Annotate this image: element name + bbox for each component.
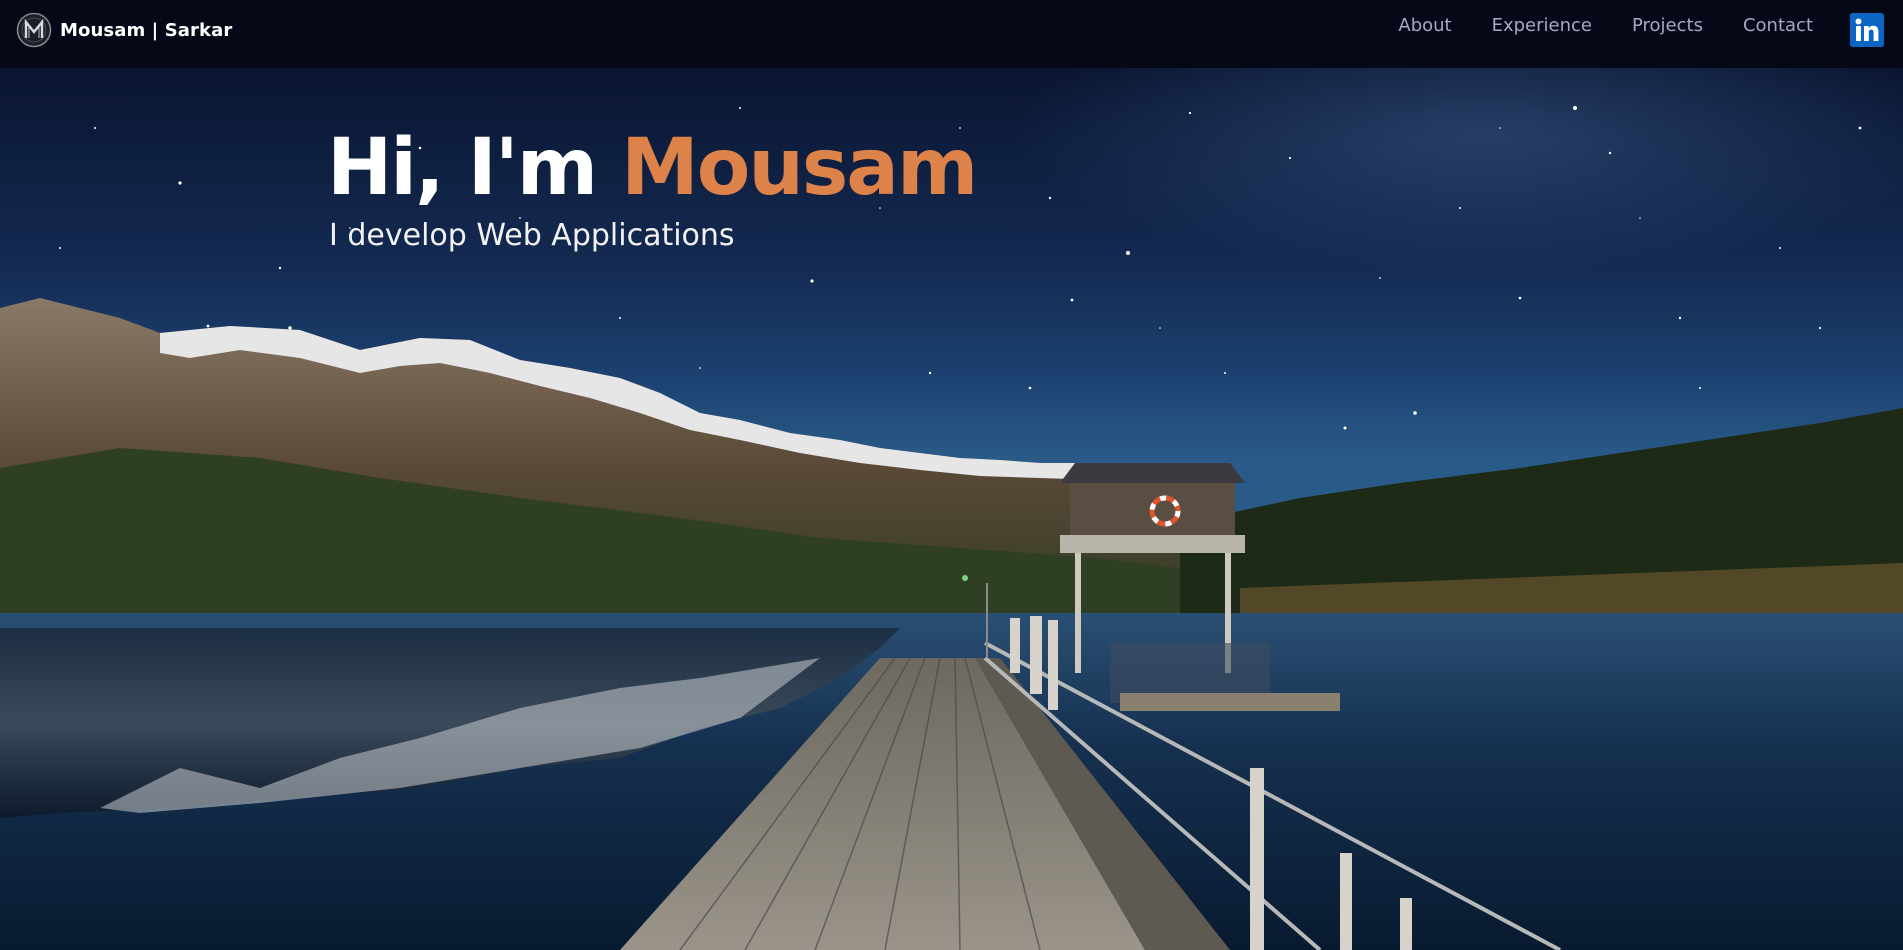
linkedin-icon	[1850, 13, 1884, 47]
nav-link-experience[interactable]: Experience	[1492, 14, 1592, 38]
linkedin-link[interactable]	[1850, 13, 1884, 47]
brand-name: Mousam | Sarkar	[60, 19, 233, 41]
nav-link-projects[interactable]: Projects	[1632, 14, 1703, 38]
navbar: Mousam | Sarkar About Experience Project…	[0, 0, 1903, 68]
nav-link-about[interactable]: About	[1398, 14, 1451, 38]
hero-greeting: Hi, I'm	[327, 123, 598, 213]
nav-links: About Experience Projects Contact	[1398, 14, 1813, 38]
nav-link-contact[interactable]: Contact	[1743, 14, 1813, 38]
hero-heading: Hi, I'm Mousam	[327, 123, 978, 213]
portfolio-page: Mousam | Sarkar About Experience Project…	[0, 0, 1903, 950]
hero-subtitle: I develop Web Applications	[329, 217, 735, 253]
hero-text: Hi, I'm Mousam I develop Web Application…	[327, 123, 978, 253]
m-monogram-logo-icon	[16, 12, 52, 48]
brand-link[interactable]: Mousam | Sarkar	[16, 12, 232, 48]
hero-name: Mousam	[621, 123, 978, 213]
hero-section: Hi, I'm Mousam I develop Web Application…	[0, 68, 1903, 950]
